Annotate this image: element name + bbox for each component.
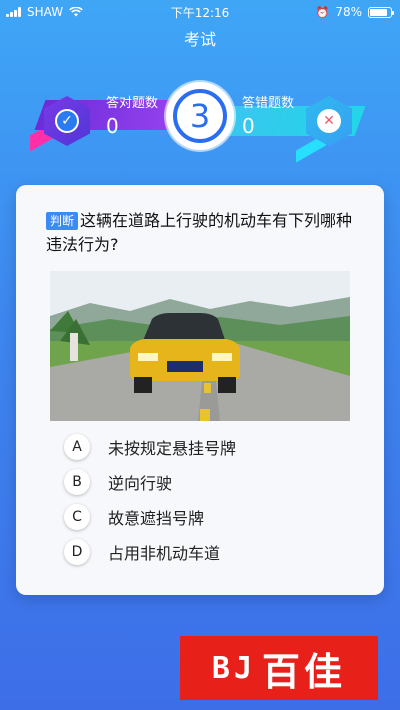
option-text: 未按规定悬挂号牌 xyxy=(108,438,237,458)
question-text: 这辆在道路上行驶的机动车有下列哪种违法行为? xyxy=(46,211,353,254)
option-text: 逆向行驶 xyxy=(108,473,173,493)
status-time: 下午12:16 xyxy=(170,5,230,20)
battery-icon xyxy=(368,6,394,18)
question-image xyxy=(50,271,350,421)
option-letter: D xyxy=(64,538,90,565)
question-type-tag: 判断 xyxy=(46,212,79,230)
option-letter: A xyxy=(64,433,90,460)
wrong-label: 答错题数 xyxy=(242,96,295,111)
check-icon: ✓ xyxy=(55,109,79,133)
logo-text: 百佳 xyxy=(262,649,347,694)
option-text: 故意遮挡号牌 xyxy=(108,508,205,528)
question-text-block: 判断 这辆在道路上行驶的机动车有下列哪种违法行为? xyxy=(46,209,366,257)
correct-label: 答对题数 xyxy=(106,96,159,111)
options-list: A 未按规定悬挂号牌 B 逆向行驶 C 故意遮挡号牌 D 占用非机动车道 xyxy=(64,429,364,569)
option-letter: B xyxy=(64,468,90,495)
option-a[interactable]: A 未按规定悬挂号牌 xyxy=(64,429,364,464)
question-counter: 3 xyxy=(166,82,234,150)
option-b[interactable]: B 逆向行驶 xyxy=(64,464,364,499)
wrong-badge: ✕ xyxy=(306,96,352,146)
page-title: 考试 xyxy=(183,30,216,49)
question-card: 判断 这辆在道路上行驶的机动车有下列哪种违法行为? A 未按规定悬挂号牌 B 逆… xyxy=(16,185,384,595)
status-bar: SHAW 下午12:16 ⏰ 78% xyxy=(0,0,400,24)
option-text: 占用非机动车道 xyxy=(108,543,221,563)
option-letter: C xyxy=(64,503,90,530)
question-number: 3 xyxy=(173,89,227,143)
close-icon: ✕ xyxy=(317,109,341,133)
wrong-count: 0 xyxy=(242,114,255,138)
correct-count: 0 xyxy=(106,114,119,138)
brand-logo: BJ 百佳 xyxy=(180,636,378,700)
logo-mark: BJ xyxy=(211,650,257,686)
option-c[interactable]: C 故意遮挡号牌 xyxy=(64,499,364,534)
option-d[interactable]: D 占用非机动车道 xyxy=(64,534,364,569)
score-panel: ✓ ✕ 答对题数 0 答错题数 0 3 xyxy=(0,72,400,172)
